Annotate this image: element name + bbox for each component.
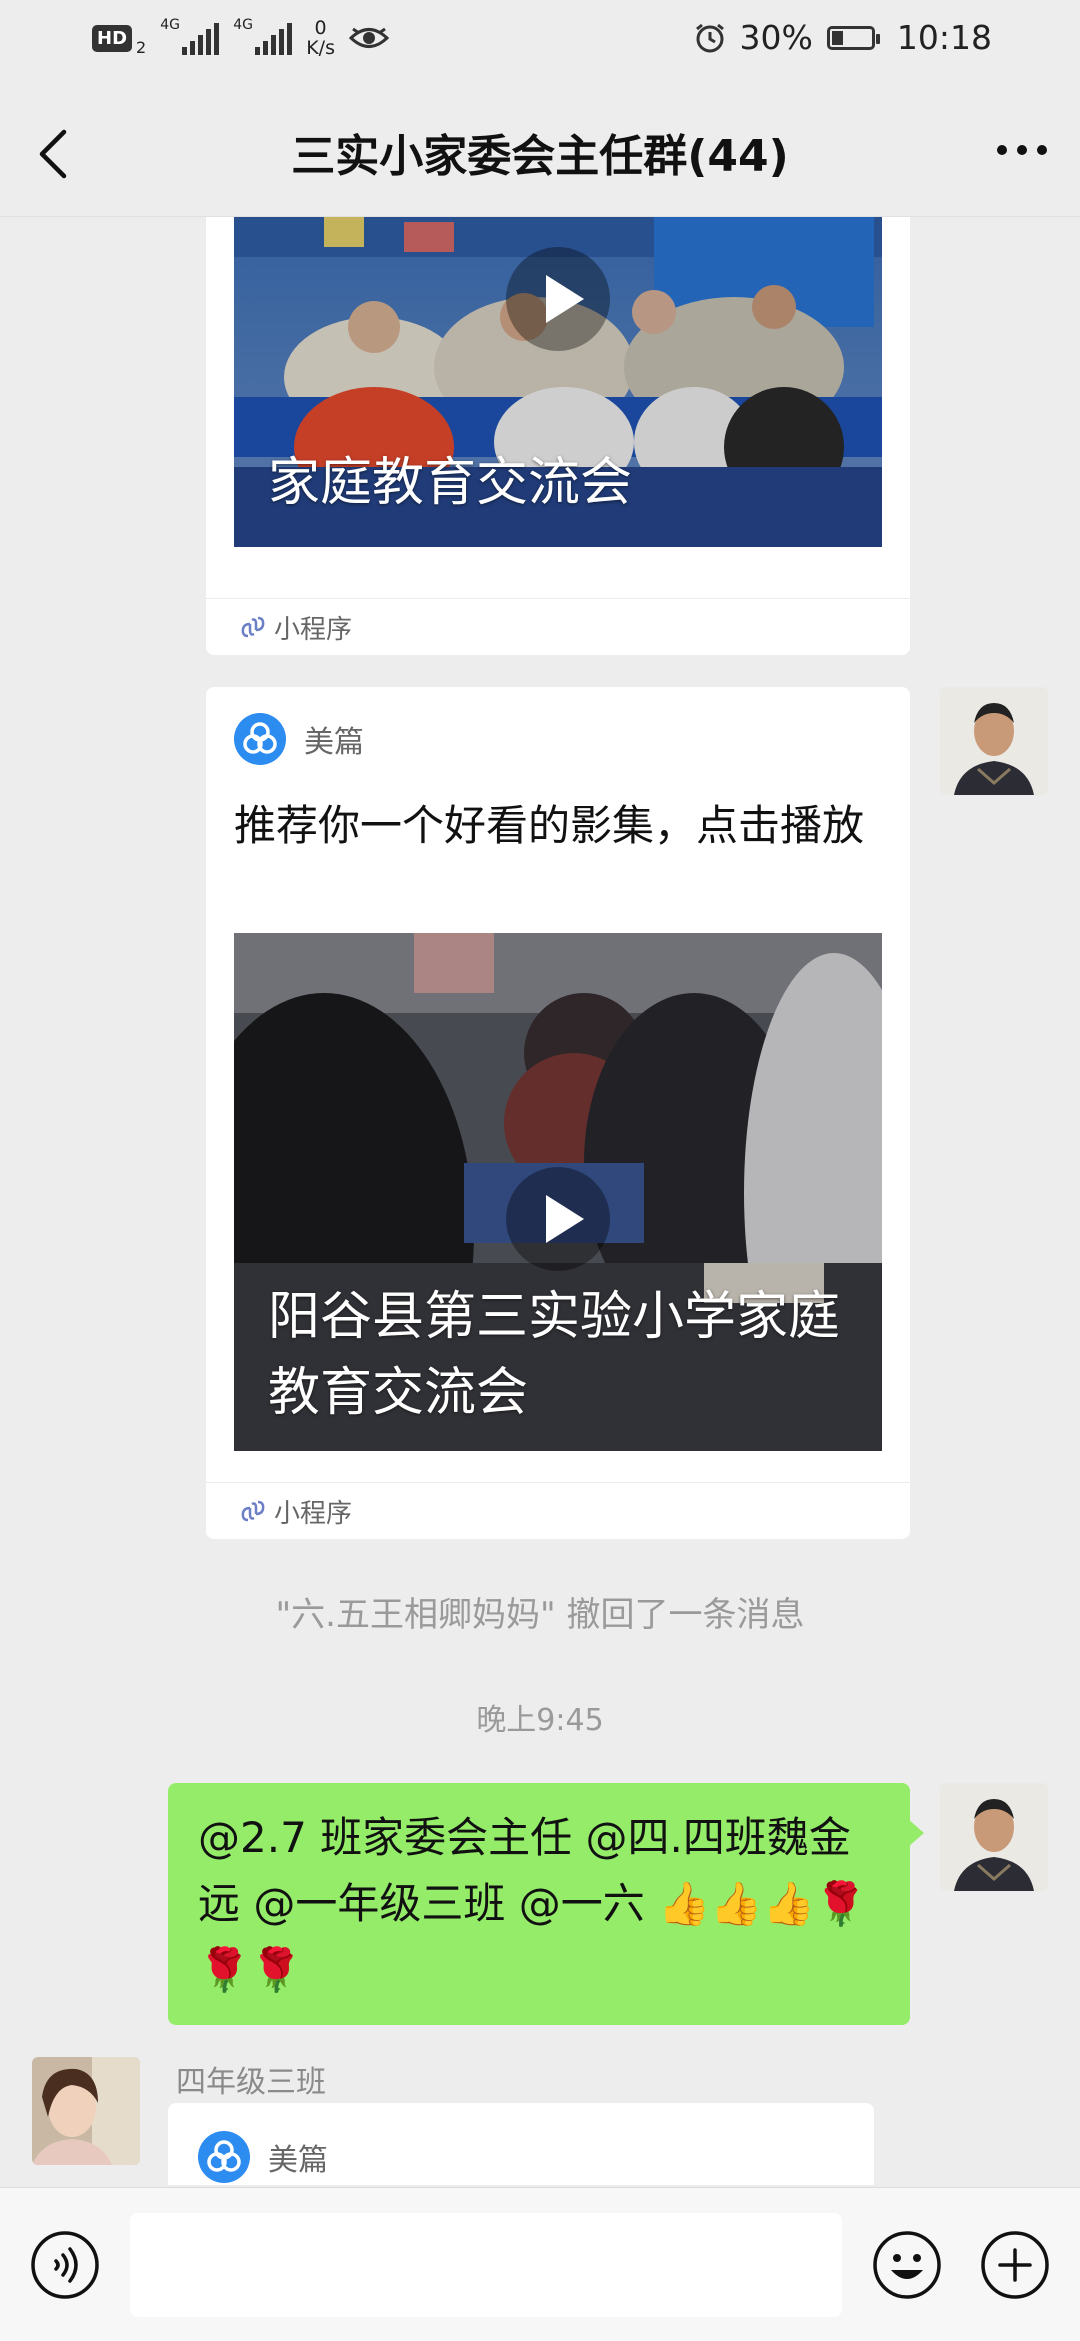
play-icon[interactable] bbox=[506, 1167, 610, 1271]
video-caption: 阳谷县第三实验小学家庭教育交流会 bbox=[268, 1287, 841, 1423]
card-source: 美篇 bbox=[234, 713, 364, 765]
avatar[interactable] bbox=[940, 687, 1048, 795]
more-icon[interactable] bbox=[992, 130, 1052, 170]
network-speed: 0 K/s bbox=[306, 18, 335, 58]
card-source-name: 美篇 bbox=[304, 725, 364, 760]
time-divider: 晚上9:45 bbox=[476, 1703, 604, 1738]
recall-notice: "六.五王相卿妈妈" 撤回了一条消息 bbox=[275, 1595, 805, 1635]
status-bar: HD 2 4G 4G 0 K/s 30% 10:18 bbox=[0, 0, 1080, 84]
signal-icon-1: 4G bbox=[160, 17, 220, 55]
battery-fill bbox=[831, 30, 844, 45]
network-type-2: 4G bbox=[233, 17, 253, 33]
chat-title: 三实小家委会主任群(44) bbox=[291, 131, 789, 182]
back-icon[interactable] bbox=[30, 124, 80, 184]
emoji-icon[interactable] bbox=[872, 2230, 942, 2300]
video-thumbnail[interactable]: 家庭教育交流会 bbox=[234, 217, 882, 547]
mini-program-icon bbox=[241, 1500, 265, 1522]
signal-icon-2: 4G bbox=[233, 17, 293, 55]
play-icon[interactable] bbox=[506, 247, 610, 351]
card-source: 美篇 bbox=[198, 2131, 328, 2183]
sender-name: 四年级三班 bbox=[176, 2065, 326, 2100]
eye-icon bbox=[348, 27, 389, 48]
mini-program-footer: 小程序 bbox=[206, 1482, 910, 1539]
network-type-1: 4G bbox=[160, 17, 180, 33]
message-list[interactable]: 家庭教育交流会 小程序 美篇 推荐你一个好看的影集，点击播放 阳谷县第三实验小学… bbox=[0, 217, 1080, 2185]
status-left: HD 2 4G 4G 0 K/s bbox=[92, 17, 389, 58]
mini-program-footer: 小程序 bbox=[206, 598, 910, 655]
mini-program-label: 小程序 bbox=[274, 614, 353, 645]
network-speed-value: 0 bbox=[314, 17, 327, 39]
avatar[interactable] bbox=[940, 1783, 1048, 1891]
mini-program-icon bbox=[241, 616, 265, 638]
voice-icon[interactable] bbox=[30, 2230, 100, 2300]
video-caption: 家庭教育交流会 bbox=[268, 453, 633, 513]
chat-header: 三实小家委会主任群(44) bbox=[0, 84, 1080, 217]
avatar[interactable] bbox=[32, 2057, 140, 2165]
text-message-bubble[interactable]: @2.7 班家委会主任 @四.四班魏金远 @一年级三班 @一六 👍👍👍🌹🌹🌹 bbox=[168, 1783, 924, 2025]
hd-badge: HD bbox=[92, 24, 133, 52]
meipian-card[interactable]: 美篇 推荐你一个好看的影集，点击播放 阳谷县第三实验小学家庭教育交流会 小程序 bbox=[206, 687, 910, 1539]
card-source-name: 美篇 bbox=[268, 2143, 328, 2178]
clock: 10:18 bbox=[896, 18, 992, 57]
video-thumbnail[interactable]: 阳谷县第三实验小学家庭教育交流会 bbox=[234, 933, 882, 1451]
hd-sub-label: 2 bbox=[136, 37, 147, 57]
alarm-icon bbox=[695, 23, 724, 52]
meipian-logo-icon bbox=[234, 713, 286, 765]
input-bar bbox=[0, 2187, 1080, 2341]
meipian-card[interactable]: 美篇 bbox=[168, 2103, 874, 2185]
mini-program-card[interactable]: 家庭教育交流会 小程序 bbox=[206, 217, 910, 655]
meipian-logo-icon bbox=[198, 2131, 250, 2183]
battery-percent: 30% bbox=[739, 18, 813, 57]
card-title: 推荐你一个好看的影集，点击播放 bbox=[234, 801, 865, 850]
mini-program-label: 小程序 bbox=[274, 1498, 353, 1529]
message-input[interactable] bbox=[130, 2213, 842, 2317]
message-text: @2.7 班家委会主任 @四.四班魏金远 @一年级三班 @一六 👍👍👍🌹🌹🌹 bbox=[198, 1813, 868, 1994]
battery-icon bbox=[826, 25, 880, 50]
network-speed-unit: K/s bbox=[306, 37, 335, 59]
status-right: 30% 10:18 bbox=[694, 18, 992, 57]
plus-icon[interactable] bbox=[980, 2230, 1050, 2300]
